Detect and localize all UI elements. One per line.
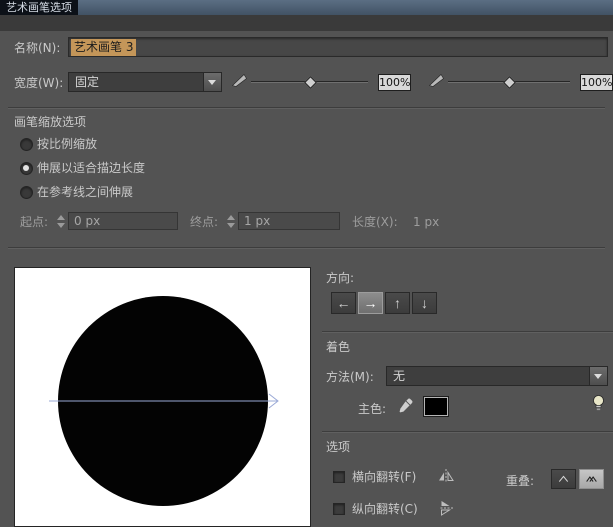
colorization-title: 着色 bbox=[326, 340, 351, 354]
radio-label-stretch-to-fit[interactable]: 伸展以适合描边长度 bbox=[37, 161, 145, 175]
radio-stretch-to-fit[interactable] bbox=[20, 162, 33, 175]
divider bbox=[322, 331, 613, 333]
slider-thumb[interactable] bbox=[503, 76, 516, 89]
direction-up-button[interactable]: ↑ bbox=[385, 292, 410, 314]
end-stepper[interactable] bbox=[227, 214, 236, 229]
method-value: 无 bbox=[393, 369, 406, 383]
direction-label: 方向: bbox=[326, 271, 355, 285]
width-profile-icon bbox=[231, 72, 248, 88]
end-input[interactable]: 1 px bbox=[238, 212, 340, 230]
brush-name-value: 艺术画笔 3 bbox=[71, 38, 137, 56]
direction-down-button[interactable]: ↓ bbox=[412, 292, 437, 314]
chevron-down-icon[interactable] bbox=[203, 73, 221, 91]
titlebar[interactable]: 艺术画笔选项 bbox=[0, 0, 613, 15]
art-brush-options-dialog: 艺术画笔选项 名称(N): 艺术画笔 3 宽度(W): 固定 100% 100%… bbox=[0, 0, 613, 527]
direction-right-button[interactable]: → bbox=[358, 292, 383, 314]
options-title: 选项 bbox=[326, 440, 351, 454]
key-color-label: 主色: bbox=[358, 402, 387, 416]
end-label: 终点: bbox=[190, 215, 219, 229]
direction-left-button[interactable]: ← bbox=[331, 292, 356, 314]
start-input[interactable]: 0 px bbox=[68, 212, 178, 230]
radio-scale-proportionately[interactable] bbox=[20, 138, 33, 151]
key-color-swatch[interactable] bbox=[423, 396, 449, 417]
titlebar-strip bbox=[0, 15, 613, 31]
dialog-title: 艺术画笔选项 bbox=[0, 0, 78, 15]
flip-horizontal-label[interactable]: 横向翻转(F) bbox=[352, 470, 416, 484]
radio-stretch-between-guides[interactable] bbox=[20, 186, 33, 199]
width-profile-icon bbox=[428, 72, 445, 88]
width-slider-1[interactable] bbox=[251, 76, 368, 89]
method-dropdown[interactable]: 无 bbox=[386, 366, 608, 386]
scale-options-title: 画笔缩放选项 bbox=[14, 115, 87, 129]
flip-horizontal-checkbox[interactable] bbox=[333, 471, 345, 483]
radio-label-stretch-between-guides[interactable]: 在参考线之间伸展 bbox=[37, 185, 133, 199]
flip-vertical-icon bbox=[438, 499, 454, 517]
length-value: 1 px bbox=[413, 215, 440, 229]
method-label: 方法(M): bbox=[326, 370, 374, 384]
radio-label-scale-proportionately[interactable]: 按比例缩放 bbox=[37, 137, 97, 151]
width-value-1[interactable]: 100% bbox=[378, 74, 411, 91]
lightbulb-icon[interactable] bbox=[591, 394, 606, 413]
width-value-2[interactable]: 100% bbox=[580, 74, 613, 91]
width-type-dropdown[interactable]: 固定 bbox=[68, 72, 222, 92]
divider bbox=[8, 107, 605, 109]
overlap-adjust-button[interactable] bbox=[579, 469, 604, 489]
flip-horizontal-icon bbox=[437, 468, 455, 484]
flip-vertical-checkbox[interactable] bbox=[333, 503, 345, 515]
eyedropper-icon[interactable] bbox=[398, 397, 414, 413]
brush-name-input[interactable]: 艺术画笔 3 bbox=[68, 37, 608, 57]
slider-thumb[interactable] bbox=[303, 76, 317, 89]
brush-preview bbox=[14, 267, 311, 527]
overlap-none-icon bbox=[558, 475, 569, 482]
divider bbox=[322, 431, 613, 433]
overlap-adjust-icon bbox=[586, 476, 597, 482]
overlap-none-button[interactable] bbox=[551, 469, 576, 489]
flip-vertical-label[interactable]: 纵向翻转(C) bbox=[352, 502, 418, 516]
width-label: 宽度(W): bbox=[14, 76, 64, 90]
width-type-value: 固定 bbox=[75, 75, 100, 89]
chevron-down-icon[interactable] bbox=[589, 367, 607, 385]
length-label: 长度(X): bbox=[352, 215, 398, 229]
width-slider-2[interactable] bbox=[448, 76, 570, 89]
overlap-label: 重叠: bbox=[506, 474, 535, 488]
start-stepper[interactable] bbox=[57, 214, 66, 229]
name-label: 名称(N): bbox=[14, 41, 61, 55]
start-label: 起点: bbox=[20, 215, 49, 229]
divider bbox=[8, 247, 605, 249]
